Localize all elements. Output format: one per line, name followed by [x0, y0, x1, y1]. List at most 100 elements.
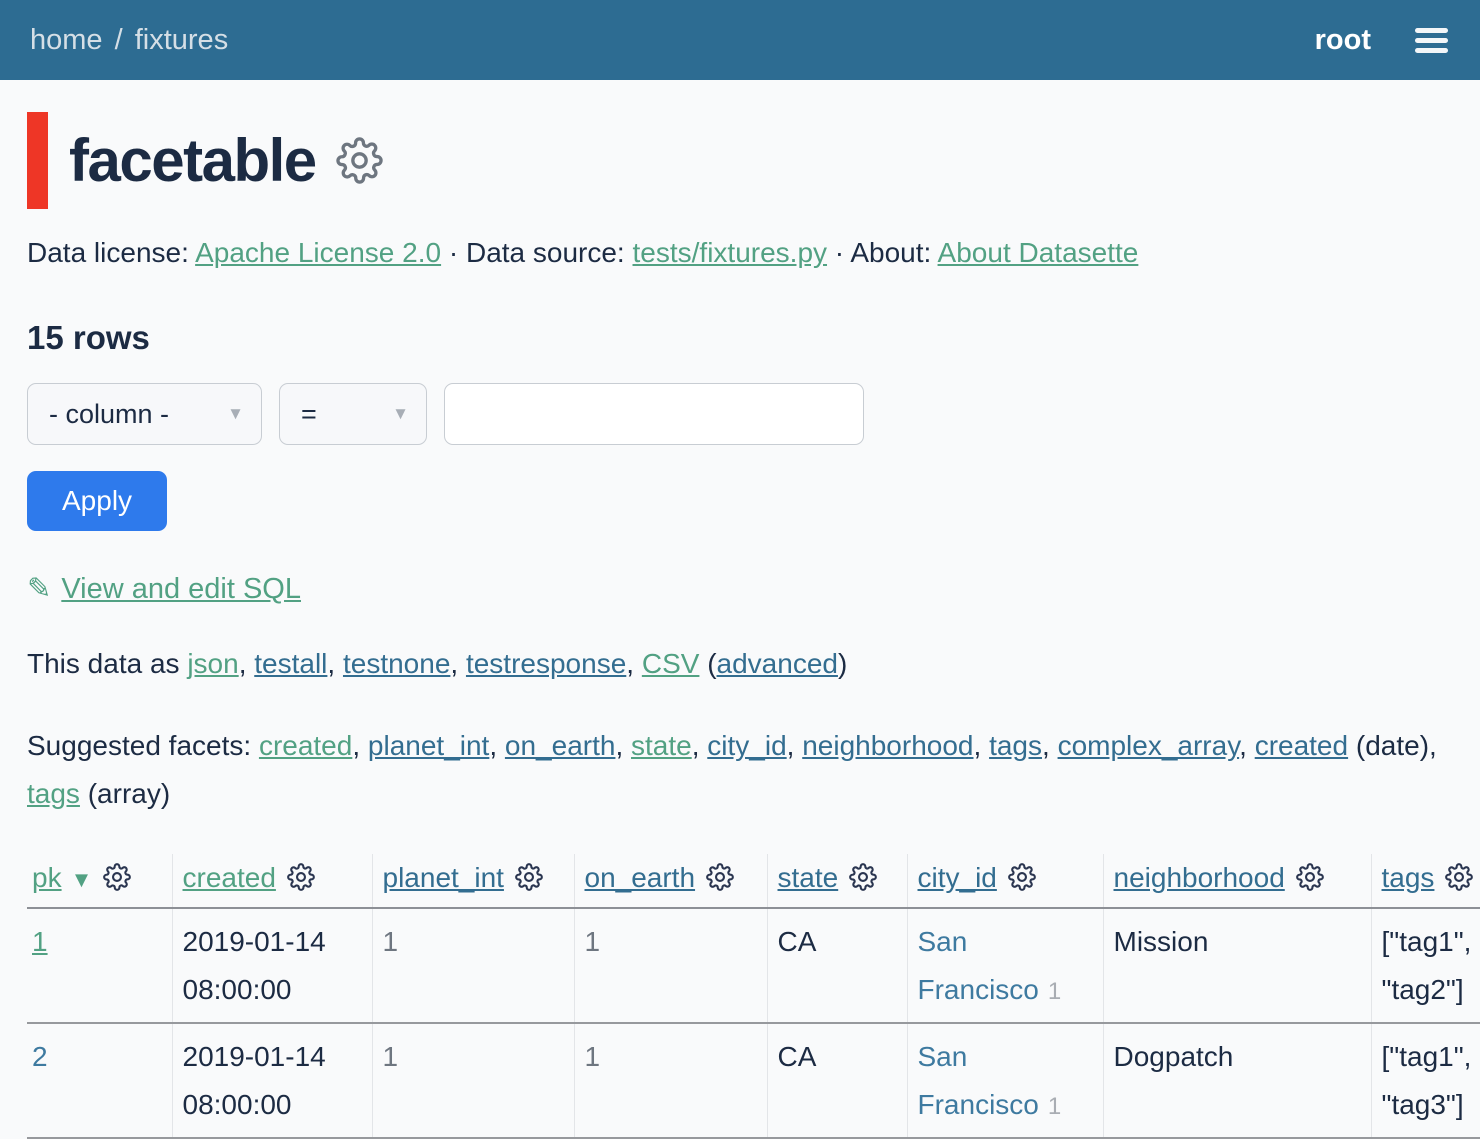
export-link-csv[interactable]: CSV [642, 648, 700, 679]
column-cog-icon[interactable] [706, 863, 734, 891]
column-cog-icon[interactable] [103, 863, 131, 891]
logged-in-user[interactable]: root [1315, 24, 1371, 57]
filter-column-select-value: - column - [49, 399, 169, 430]
metadata-link-tests-fixtures-py[interactable]: tests/fixtures.py [633, 237, 828, 268]
cell-link-2[interactable]: 2 [32, 1041, 48, 1072]
facet-count-suffix: 1 [1048, 978, 1061, 1005]
cell-value: ["tag1", "tag3"] [1382, 1041, 1472, 1120]
row-count: 15 rows [27, 319, 1453, 357]
filter-row: - column - ▼ = ▼ [27, 383, 1453, 445]
apply-button[interactable]: Apply [27, 471, 167, 531]
facet-link-on-earth[interactable]: on_earth [505, 730, 616, 761]
column-header-link-tags[interactable]: tags [1382, 862, 1435, 893]
column-header-link-created[interactable]: created [183, 862, 276, 893]
cell-pk: 1 [27, 908, 172, 1023]
facet-text: , [692, 730, 708, 761]
table-settings-gear-icon[interactable] [336, 137, 383, 184]
facet-text: , [352, 730, 368, 761]
facet-link-state[interactable]: state [631, 730, 692, 761]
title-accent-bar [27, 112, 48, 209]
table-header-row: pk ▼ created planet_int on_earth state city_id… [27, 854, 1480, 908]
cell-value: CA [778, 926, 817, 957]
cell-link-san-francisco[interactable]: San Francisco [918, 926, 1039, 1005]
metadata-text: Data license: [27, 237, 195, 268]
cell-planet-int: 1 [372, 1023, 574, 1138]
column-header-link-on-earth[interactable]: on_earth [585, 862, 696, 893]
cell-created: 2019-01-14 08:00:00 [172, 908, 372, 1023]
view-edit-sql-link[interactable]: View and edit SQL [61, 573, 301, 605]
export-link-testnone[interactable]: testnone [343, 648, 450, 679]
filter-operator-select[interactable]: = ▼ [279, 383, 427, 445]
metadata-link-about-datasette[interactable]: About Datasette [938, 237, 1139, 268]
cell-value: 1 [585, 926, 601, 957]
metadata-text: · [827, 237, 850, 268]
cell-value: 1 [585, 1041, 601, 1072]
breadcrumb-separator: / [103, 24, 135, 56]
column-header-link-planet-int[interactable]: planet_int [383, 862, 504, 893]
column-header-link-city-id[interactable]: city_id [918, 862, 997, 893]
export-text: This data as [27, 648, 187, 679]
cell-city-id: San Francisco1 [907, 1023, 1103, 1138]
suggested-facets-line: Suggested facets: created, planet_int, o… [27, 722, 1453, 818]
facet-link-created[interactable]: created [1255, 730, 1348, 761]
export-link-json[interactable]: json [187, 648, 238, 679]
export-link-testresponse[interactable]: testresponse [466, 648, 626, 679]
facet-link-planet-int[interactable]: planet_int [368, 730, 489, 761]
page-title: facetable [69, 126, 316, 195]
export-text: , [239, 648, 255, 679]
column-cog-icon[interactable] [515, 863, 543, 891]
column-header-on-earth: on_earth [574, 854, 767, 908]
cell-neighborhood: Mission [1103, 908, 1371, 1023]
facet-link-created[interactable]: created [259, 730, 352, 761]
export-links-line: This data as json, testall, testnone, te… [27, 648, 1453, 680]
metadata-text: About: [850, 237, 937, 268]
cell-value: 1 [383, 1041, 399, 1072]
title-row: facetable [27, 112, 1453, 209]
column-header-state: state [767, 854, 907, 908]
column-cog-icon[interactable] [1445, 863, 1473, 891]
facet-link-tags[interactable]: tags [989, 730, 1042, 761]
breadcrumb-home-link[interactable]: home [30, 24, 103, 56]
column-cog-icon[interactable] [1296, 863, 1324, 891]
column-cog-icon[interactable] [849, 863, 877, 891]
export-text: , [626, 648, 642, 679]
metadata-link-apache-license-2-0[interactable]: Apache License 2.0 [195, 237, 441, 268]
metadata-text: Data source: [466, 237, 633, 268]
column-header-planet-int: planet_int [372, 854, 574, 908]
export-link-testall[interactable]: testall [254, 648, 327, 679]
export-text: ) [838, 648, 847, 679]
column-header-link-neighborhood[interactable]: neighborhood [1114, 862, 1285, 893]
column-cog-icon[interactable] [287, 863, 315, 891]
column-header-tags: tags [1371, 854, 1480, 908]
facet-text: Suggested facets: [27, 730, 259, 761]
facet-link-complex-array[interactable]: complex_array [1058, 730, 1240, 761]
column-header-city-id: city_id [907, 854, 1103, 908]
export-link-advanced[interactable]: advanced [717, 648, 838, 679]
column-cog-icon[interactable] [1008, 863, 1036, 891]
sort-descending-icon[interactable]: ▼ [71, 867, 93, 892]
cell-created: 2019-01-14 08:00:00 [172, 1023, 372, 1138]
table-row: 22019-01-14 08:00:0011CASan Francisco1Do… [27, 1023, 1480, 1138]
cell-link-1[interactable]: 1 [32, 926, 48, 957]
facet-link-city-id[interactable]: city_id [707, 730, 786, 761]
breadcrumb-fixtures-link[interactable]: fixtures [135, 24, 228, 56]
hamburger-menu-icon[interactable] [1415, 21, 1448, 60]
metadata-line: Data license: Apache License 2.0 · Data … [27, 237, 1453, 269]
table-scroll-area[interactable]: pk ▼ created planet_int on_earth state city_id… [27, 854, 1480, 1139]
cell-link-san-francisco[interactable]: San Francisco [918, 1041, 1039, 1120]
column-header-link-pk[interactable]: pk [32, 862, 62, 893]
filter-value-input[interactable] [444, 383, 864, 445]
cell-value: 2019-01-14 08:00:00 [183, 1041, 326, 1120]
filter-operator-select-value: = [301, 399, 317, 430]
cell-neighborhood: Dogpatch [1103, 1023, 1371, 1138]
export-text: ( [699, 648, 716, 679]
facet-text: , [489, 730, 505, 761]
facet-link-tags[interactable]: tags [27, 778, 80, 809]
facet-text: (date), [1348, 730, 1437, 761]
data-table: pk ▼ created planet_int on_earth state city_id… [27, 854, 1480, 1139]
filter-column-select[interactable]: - column - ▼ [27, 383, 262, 445]
facet-link-neighborhood[interactable]: neighborhood [802, 730, 973, 761]
cell-on-earth: 1 [574, 908, 767, 1023]
column-header-link-state[interactable]: state [778, 862, 839, 893]
cell-value: 2019-01-14 08:00:00 [183, 926, 326, 1005]
